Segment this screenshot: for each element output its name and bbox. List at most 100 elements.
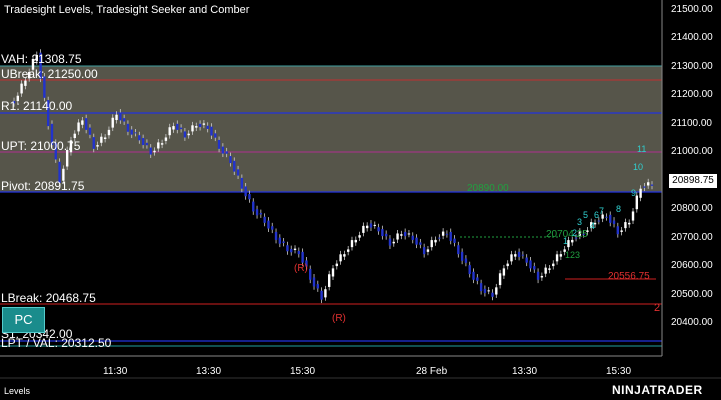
- candle-body: [441, 231, 445, 236]
- price-tick: 21000.00: [671, 146, 713, 158]
- candle-body: [495, 287, 498, 295]
- candle-body: [468, 265, 471, 275]
- candle-body: [320, 290, 323, 300]
- candle-body: [464, 258, 468, 263]
- candle-body: [377, 227, 380, 232]
- candle-body: [240, 177, 244, 189]
- candle-body: [517, 251, 521, 257]
- candle-body: [384, 233, 388, 237]
- candle-body: [164, 137, 168, 141]
- candle-body: [96, 145, 99, 147]
- candle-body: [255, 209, 259, 216]
- candle-body: [411, 235, 414, 240]
- candle-body: [77, 122, 80, 132]
- candle-body: [346, 249, 350, 252]
- candle-body: [244, 186, 247, 197]
- candle-body: [107, 129, 111, 136]
- candle-body: [422, 247, 426, 255]
- candle-body: [248, 194, 251, 200]
- candle-body: [354, 239, 357, 243]
- candle-body: [381, 229, 384, 237]
- candle-body: [221, 146, 225, 154]
- candle-body: [445, 233, 449, 235]
- candle-body: [153, 150, 156, 153]
- candle-body: [631, 211, 635, 221]
- candle-body: [206, 125, 209, 129]
- candle-body: [605, 216, 608, 218]
- candle-body: [544, 267, 547, 274]
- candle-body: [252, 201, 255, 212]
- candle-body: [483, 288, 487, 294]
- candle-body: [643, 186, 646, 188]
- candle-body: [130, 129, 133, 135]
- candle-body: [84, 118, 88, 130]
- candle-body: [236, 169, 240, 176]
- price-tick: 21500.00: [671, 4, 713, 15]
- vah-label: VAH: 21308.75: [1, 52, 82, 66]
- candle-body: [365, 225, 369, 229]
- candle-body: [650, 184, 654, 186]
- candle-body: [214, 133, 217, 138]
- seeker-count-123: 123: [565, 250, 581, 260]
- candle-body: [210, 126, 213, 136]
- candle-body: [479, 283, 483, 292]
- candle-body: [350, 240, 354, 248]
- right-edge-marker-2: 2: [654, 302, 661, 314]
- candle-body: [316, 284, 320, 289]
- ninjatrader-logo: NINJATRADER: [612, 383, 703, 397]
- candle-body: [335, 263, 338, 267]
- candle-body: [179, 127, 183, 130]
- price-tick: 20700.00: [671, 231, 713, 243]
- candle-body: [487, 290, 490, 292]
- time-tick-28feb: 28 Feb: [416, 366, 448, 377]
- pc-button[interactable]: PC: [2, 307, 45, 333]
- candle-body: [624, 222, 627, 229]
- current-price-marker: 20898.75: [669, 174, 717, 188]
- candle-body: [510, 254, 513, 262]
- candle-body: [229, 156, 232, 164]
- candle-body: [122, 118, 126, 122]
- candle-body: [309, 268, 312, 280]
- candle-body: [92, 137, 95, 149]
- candle-body: [100, 136, 103, 143]
- price-tick: 20500.00: [671, 288, 713, 300]
- candle-body: [81, 120, 84, 125]
- comber-count-3: 3: [577, 217, 583, 227]
- candle-body: [286, 245, 289, 252]
- candle-body: [536, 271, 540, 280]
- candle-body: [271, 226, 274, 230]
- candle-body: [168, 127, 171, 136]
- candle-body: [157, 142, 160, 149]
- candle-body: [559, 254, 563, 257]
- candle-body: [407, 233, 411, 235]
- candle-body: [426, 249, 430, 252]
- candle-body: [430, 240, 433, 248]
- candle-body: [540, 275, 544, 278]
- candle-body: [555, 254, 559, 262]
- candle-body: [145, 142, 149, 146]
- candle-body: [187, 133, 190, 136]
- candle-body: [525, 257, 528, 263]
- candle-body: [449, 231, 452, 241]
- candle-body: [343, 254, 346, 257]
- candle-body: [339, 254, 342, 262]
- candle-body: [198, 123, 202, 128]
- candle-body: [119, 112, 122, 121]
- comber-count-5: 5: [583, 210, 589, 220]
- candle-body: [115, 114, 118, 121]
- time-tick-1530: 15:30: [290, 366, 316, 377]
- candle-body: [297, 250, 301, 255]
- time-tick-1130: 11:30: [103, 366, 128, 377]
- candle-body: [453, 238, 456, 243]
- candle-body: [134, 132, 137, 134]
- candle-body: [616, 226, 620, 235]
- candle-body: [328, 274, 331, 287]
- candle-body: [552, 263, 555, 267]
- candle-body: [362, 225, 365, 233]
- candle-body: [521, 254, 525, 256]
- comber-count-4: 4: [590, 221, 596, 231]
- panel-label: Levels: [4, 386, 31, 396]
- candle-body: [195, 126, 198, 128]
- candle-body: [24, 80, 27, 86]
- price-tick: 20800.00: [671, 203, 713, 215]
